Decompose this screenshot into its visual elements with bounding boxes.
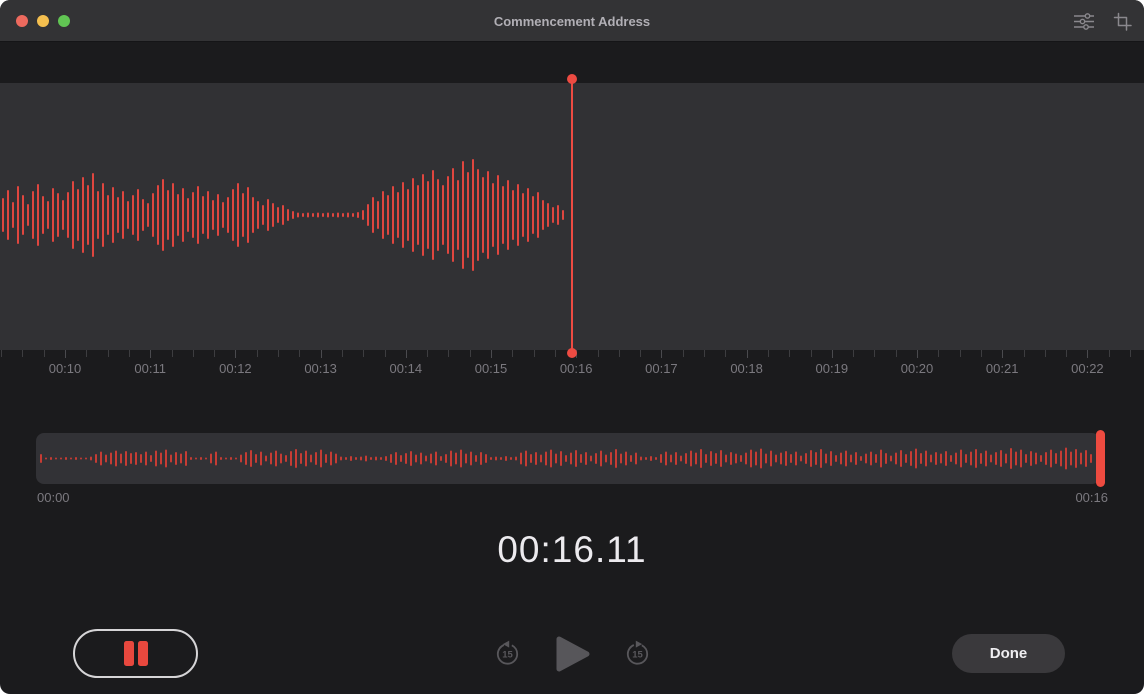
ruler-minor-tick: [22, 350, 23, 357]
title-bar: Commencement Address: [0, 0, 1144, 42]
ruler-time-label: 00:22: [1071, 361, 1104, 376]
ruler-time-label: 00:16: [560, 361, 593, 376]
ruler-minor-tick: [108, 350, 109, 357]
window-title: Commencement Address: [0, 0, 1144, 42]
playhead-bottom-dot[interactable]: [567, 348, 577, 358]
ruler-minor-tick: [342, 350, 343, 357]
ruler-minor-tick: [257, 350, 258, 357]
ruler-time-label: 00:10: [49, 361, 82, 376]
play-button[interactable]: [556, 636, 590, 677]
skip-back-15-button[interactable]: 15: [494, 640, 521, 672]
pause-icon: [124, 641, 148, 666]
ruler-minor-tick: [811, 350, 812, 357]
ruler-minor-tick: [427, 350, 428, 357]
ruler-minor-tick: [129, 350, 130, 357]
overview-start-time: 00:00: [37, 490, 70, 505]
ruler-minor-tick: [1024, 350, 1025, 357]
ruler-time-label: 00:21: [986, 361, 1019, 376]
ruler-minor-tick: [725, 350, 726, 357]
ruler-major-tick: [321, 350, 322, 358]
ruler-minor-tick: [363, 350, 364, 357]
ruler-minor-tick: [1045, 350, 1046, 357]
ruler-major-tick: [1087, 350, 1088, 358]
overview-position-handle[interactable]: [1096, 430, 1105, 487]
ruler-minor-tick: [555, 350, 556, 357]
pause-button[interactable]: [73, 629, 198, 678]
ruler-minor-tick: [683, 350, 684, 357]
playhead[interactable]: [571, 79, 573, 353]
svg-text:15: 15: [632, 650, 643, 661]
ruler-time-label: 00:19: [816, 361, 849, 376]
elapsed-time-display: 00:16.11: [0, 529, 1144, 571]
ruler-minor-tick: [1130, 350, 1131, 357]
ruler-minor-tick: [86, 350, 87, 357]
ruler-time-label: 00:20: [901, 361, 934, 376]
ruler-major-tick: [65, 350, 66, 358]
ruler-minor-tick: [874, 350, 875, 357]
play-icon: [559, 639, 587, 669]
waveform-settings-icon: [1073, 13, 1095, 30]
ruler-time-label: 00:18: [730, 361, 763, 376]
ruler-minor-tick: [598, 350, 599, 357]
ruler-time-label: 00:14: [390, 361, 423, 376]
ruler-major-tick: [832, 350, 833, 358]
ruler-major-tick: [491, 350, 492, 358]
ruler-major-tick: [917, 350, 918, 358]
overview-strip[interactable]: [36, 433, 1100, 484]
skip-forward-15-button[interactable]: 15: [624, 640, 651, 672]
overview-end-time: 00:16: [1075, 490, 1108, 505]
waveform-settings-button[interactable]: [1072, 11, 1096, 31]
ruler-minor-tick: [299, 350, 300, 357]
ruler-minor-tick: [853, 350, 854, 357]
ruler-minor-tick: [981, 350, 982, 357]
ruler-time-label: 00:11: [134, 361, 166, 376]
ruler-minor-tick: [960, 350, 961, 357]
ruler-minor-tick: [214, 350, 215, 357]
ruler-major-tick: [747, 350, 748, 358]
ruler-minor-tick: [172, 350, 173, 357]
ruler-minor-tick: [385, 350, 386, 357]
ruler-minor-tick: [619, 350, 620, 357]
done-button[interactable]: Done: [952, 634, 1065, 673]
crop-button[interactable]: [1110, 11, 1134, 31]
ruler-minor-tick: [512, 350, 513, 357]
playhead-top-dot[interactable]: [567, 74, 577, 84]
ruler-minor-tick: [896, 350, 897, 357]
overview-waveform: [36, 433, 1100, 484]
ruler-minor-tick: [704, 350, 705, 357]
svg-text:15: 15: [502, 650, 513, 661]
ruler-minor-tick: [470, 350, 471, 357]
ruler-minor-tick: [1109, 350, 1110, 357]
ruler-major-tick: [150, 350, 151, 358]
ruler-major-tick: [235, 350, 236, 358]
ruler-major-tick: [1002, 350, 1003, 358]
ruler-time-label: 00:17: [645, 361, 678, 376]
skip-forward-15-icon: 15: [628, 641, 647, 664]
ruler-minor-tick: [278, 350, 279, 357]
ruler-minor-tick: [1, 350, 2, 357]
ruler-time-label: 00:12: [219, 361, 252, 376]
ruler-time-label: 00:15: [475, 361, 508, 376]
ruler-major-tick: [661, 350, 662, 358]
ruler-time-label: 00:13: [304, 361, 337, 376]
ruler-minor-tick: [789, 350, 790, 357]
ruler-minor-tick: [768, 350, 769, 357]
skip-back-15-icon: 15: [498, 641, 517, 664]
ruler-minor-tick: [534, 350, 535, 357]
ruler-minor-tick: [1066, 350, 1067, 357]
ruler-major-tick: [406, 350, 407, 358]
ruler-minor-tick: [640, 350, 641, 357]
ruler-minor-tick: [938, 350, 939, 357]
crop-icon: [1113, 12, 1132, 31]
voice-memos-window: Commencement Address: [0, 0, 1144, 694]
ruler-minor-tick: [44, 350, 45, 357]
ruler-minor-tick: [448, 350, 449, 357]
ruler-minor-tick: [193, 350, 194, 357]
